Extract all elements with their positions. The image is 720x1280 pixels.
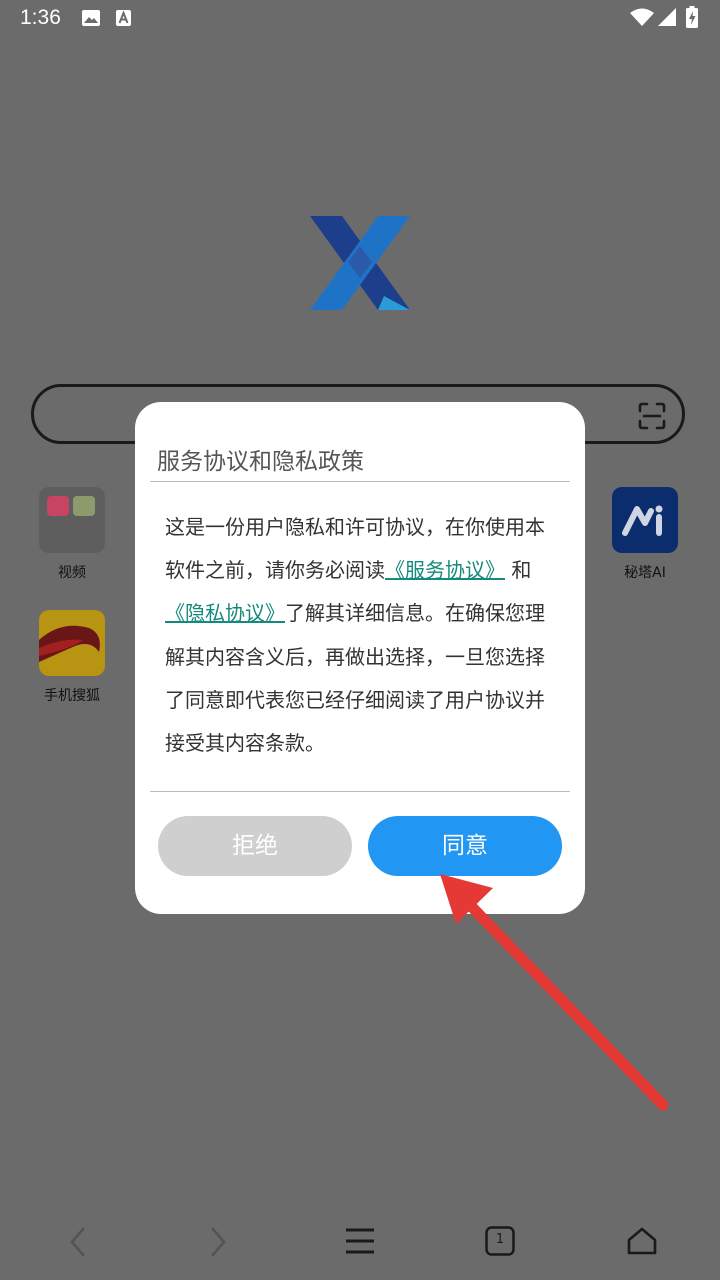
menu-icon[interactable]	[344, 1226, 376, 1256]
app-shortcut-metaso-ai[interactable]: 秘塔AI	[600, 487, 690, 582]
image-icon	[82, 10, 100, 26]
wifi-icon	[630, 8, 654, 26]
signal-icon	[658, 8, 676, 26]
tab-count: 1	[495, 1232, 505, 1247]
scan-icon[interactable]	[638, 402, 666, 430]
sohu-fox-icon	[39, 610, 105, 676]
app-shortcut-sohu[interactable]: 手机搜狐	[27, 610, 117, 705]
app-label: 视频	[58, 565, 86, 581]
browser-logo	[310, 216, 410, 310]
reject-button[interactable]: 拒绝	[158, 816, 352, 876]
forward-icon[interactable]	[206, 1224, 230, 1260]
agree-button[interactable]: 同意	[368, 816, 562, 876]
tabs-button[interactable]: 1	[485, 1226, 515, 1256]
font-a-icon	[116, 10, 131, 26]
service-agreement-link[interactable]: 《服务协议》	[385, 558, 505, 582]
status-bar: 1:36	[0, 0, 720, 36]
app-label: 秘塔AI	[624, 565, 666, 581]
dialog-body: 这是一份用户隐私和许可协议，在你使用本软件之前，请你务必阅读《服务协议》 和 《…	[165, 506, 557, 765]
bottom-nav: 1	[0, 1212, 720, 1272]
privacy-agreement-link[interactable]: 《隐私协议》	[165, 601, 285, 625]
divider	[150, 791, 570, 792]
metaso-ai-icon	[612, 487, 678, 553]
video-folder-icon	[39, 487, 105, 553]
battery-charging-icon	[686, 6, 698, 28]
divider	[150, 481, 570, 482]
agreement-dialog: 服务协议和隐私政策 这是一份用户隐私和许可协议，在你使用本软件之前，请你务必阅读…	[135, 402, 585, 914]
home-icon[interactable]	[626, 1226, 658, 1256]
back-icon[interactable]	[66, 1224, 90, 1260]
body-text: 和	[505, 558, 532, 583]
app-shortcut-video[interactable]: 视频	[27, 487, 117, 582]
status-time: 1:36	[20, 6, 61, 29]
app-label: 手机搜狐	[44, 688, 100, 704]
dialog-title: 服务协议和隐私政策	[157, 449, 364, 475]
